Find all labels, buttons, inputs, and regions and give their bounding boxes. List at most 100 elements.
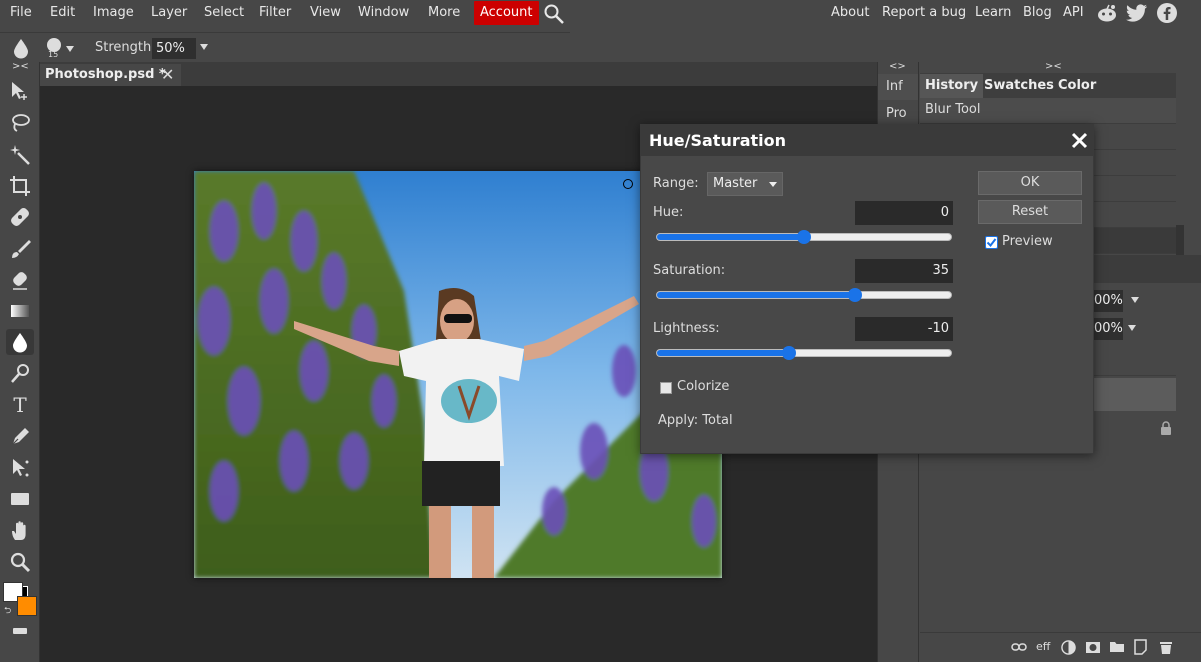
document-tab-title: Photoshop.psd * (45, 67, 166, 82)
opacity-input[interactable]: 00% (1091, 290, 1123, 312)
twitter-icon[interactable] (1126, 4, 1148, 22)
new-layer-icon[interactable] (1133, 639, 1148, 655)
fill-input[interactable]: 00% (1091, 318, 1123, 340)
document-tab-bar: Photoshop.psd * ✕ (40, 62, 877, 86)
link-api[interactable]: API (1063, 0, 1084, 26)
tab-history[interactable]: History (920, 74, 984, 98)
menu-view[interactable]: View (310, 0, 341, 26)
mini-panel-collapse[interactable]: <> (889, 61, 906, 72)
menu-window[interactable]: Window (358, 0, 409, 26)
hue-label: Hue: (653, 205, 684, 220)
saturation-input[interactable]: 35 (855, 259, 953, 283)
hand-tool-icon[interactable] (6, 518, 34, 544)
text-tool-icon[interactable]: T (6, 392, 34, 418)
reddit-icon[interactable] (1096, 3, 1118, 23)
brush-dropdown-icon[interactable] (65, 45, 75, 53)
menu-select[interactable]: Select (204, 0, 244, 26)
strength-input[interactable]: 50% (152, 38, 196, 59)
menu-edit[interactable]: Edit (50, 0, 75, 26)
path-select-tool-icon[interactable] (6, 455, 34, 481)
zoom-tool-icon[interactable] (6, 549, 34, 575)
link-layers-icon[interactable] (1011, 642, 1027, 652)
adjustment-layer-icon[interactable] (1061, 640, 1076, 655)
magic-wand-tool-icon[interactable] (6, 142, 34, 168)
range-select[interactable]: Master (707, 172, 783, 196)
range-label: Range: (653, 176, 699, 191)
hue-saturation-dialog: Hue/Saturation Range: Master Hue: 0 Satu… (640, 124, 1094, 454)
new-folder-icon[interactable] (1109, 640, 1125, 653)
background-color-swatch[interactable] (17, 596, 37, 616)
menu-bar: File Edit Image Layer Select Filter View… (0, 0, 1201, 26)
strength-dropdown-icon[interactable] (199, 43, 209, 51)
menu-more[interactable]: More (428, 0, 460, 26)
lightness-slider-fill (657, 350, 790, 356)
options-bar: 15 Strength: 50% (0, 32, 570, 62)
pen-tool-icon[interactable] (6, 424, 34, 450)
reset-button[interactable]: Reset (978, 200, 1082, 224)
fill-dropdown-icon[interactable] (1127, 324, 1137, 332)
toolbar-collapse[interactable]: >< (12, 61, 29, 72)
healing-tool-icon[interactable] (6, 204, 34, 230)
lightness-input[interactable]: -10 (855, 317, 953, 341)
link-blog[interactable]: Blog (1023, 0, 1052, 26)
layer-mask-icon[interactable] (1085, 641, 1101, 654)
account-button[interactable]: Account (474, 1, 539, 25)
close-icon[interactable] (1071, 132, 1088, 149)
reset-colors-icon[interactable]: ⮌ (4, 603, 11, 619)
menu-image[interactable]: Image (93, 0, 134, 26)
lasso-tool-icon[interactable] (6, 110, 34, 136)
saturation-label: Saturation: (653, 263, 726, 278)
document-tab[interactable]: Photoshop.psd * ✕ (40, 64, 181, 86)
hue-slider-knob[interactable] (797, 230, 811, 244)
close-tab-icon[interactable]: ✕ (161, 64, 174, 86)
ok-button[interactable]: OK (978, 171, 1082, 195)
hue-slider-fill (657, 234, 804, 240)
history-scrollbar[interactable] (1176, 225, 1184, 255)
saturation-slider[interactable] (656, 288, 952, 302)
brush-size: 15 (48, 50, 59, 59)
checkmark-icon (986, 238, 997, 248)
crop-tool-icon[interactable] (6, 173, 34, 199)
tab-swatches[interactable]: Swatches (979, 74, 1059, 98)
gradient-tool-icon[interactable] (6, 298, 34, 324)
preview-checkbox[interactable] (985, 236, 998, 249)
hue-input[interactable]: 0 (855, 201, 953, 225)
link-about[interactable]: About (831, 0, 869, 26)
dialog-title: Hue/Saturation (649, 131, 787, 150)
menu-filter[interactable]: Filter (259, 0, 291, 26)
hue-slider[interactable] (656, 230, 952, 244)
dodge-tool-icon[interactable] (6, 361, 34, 387)
mini-panel-info[interactable]: Inf (878, 74, 918, 100)
tools-panel: >< T ⮌ (0, 61, 40, 662)
saturation-slider-fill (657, 292, 856, 298)
lightness-slider[interactable] (656, 346, 952, 360)
link-learn[interactable]: Learn (975, 0, 1011, 26)
blur-drop-icon (14, 39, 28, 59)
preview-label: Preview (1002, 234, 1053, 249)
menu-file[interactable]: File (10, 0, 32, 26)
blur-tool-icon[interactable] (6, 329, 34, 355)
quick-mask-icon[interactable] (13, 628, 27, 634)
chevron-down-icon (769, 182, 777, 187)
lightness-label: Lightness: (653, 321, 720, 336)
layer-effects-button[interactable]: eff (1036, 640, 1050, 653)
range-select-value: Master (713, 176, 758, 191)
right-panel-collapse[interactable]: >< (1045, 61, 1062, 72)
move-tool-icon[interactable] (6, 78, 34, 104)
facebook-icon[interactable] (1156, 2, 1178, 24)
tab-color[interactable]: Color (1053, 74, 1101, 98)
dialog-title-bar[interactable]: Hue/Saturation (641, 125, 1093, 156)
eraser-tool-icon[interactable] (6, 267, 34, 293)
history-item[interactable]: Blur Tool (920, 98, 1176, 124)
search-icon[interactable] (543, 3, 565, 25)
colorize-checkbox[interactable] (660, 382, 672, 394)
opacity-dropdown-icon[interactable] (1130, 296, 1140, 304)
menu-layer[interactable]: Layer (151, 0, 187, 26)
strength-label: Strength: (95, 40, 156, 55)
saturation-slider-knob[interactable] (848, 288, 863, 302)
delete-layer-icon[interactable] (1159, 640, 1173, 655)
brush-tool-icon[interactable] (6, 236, 34, 262)
lightness-slider-knob[interactable] (782, 346, 797, 360)
link-report-bug[interactable]: Report a bug (882, 0, 966, 26)
rectangle-tool-icon[interactable] (6, 486, 34, 512)
